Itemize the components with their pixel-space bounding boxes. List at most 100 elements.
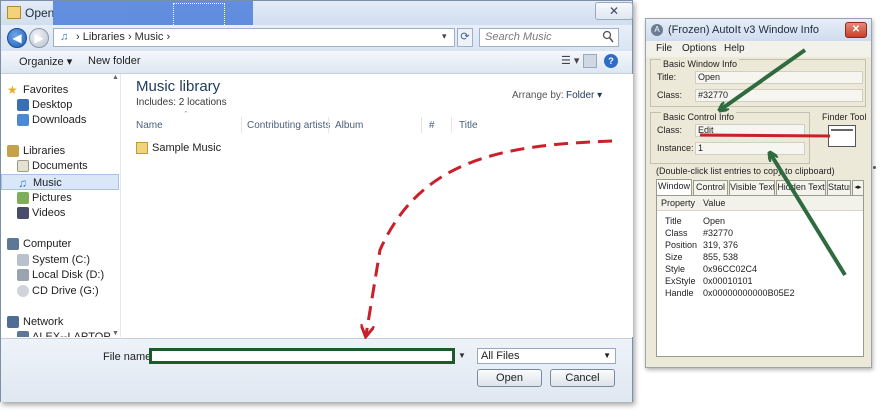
column-value[interactable]: Value bbox=[703, 198, 725, 208]
autoit-tabs: Window Control Visible Text Hidden Text … bbox=[656, 179, 864, 195]
cd-drive-icon bbox=[17, 285, 29, 297]
nav-scrollbar[interactable]: ▲ ▼ bbox=[112, 74, 120, 337]
tab-visible-text[interactable]: Visible Text bbox=[729, 180, 775, 195]
property-name[interactable]: Size bbox=[665, 252, 683, 262]
column-name[interactable]: Name bbox=[136, 120, 163, 131]
column-separator[interactable] bbox=[241, 117, 242, 133]
autoit-titlebar[interactable]: A (Frozen) AutoIt v3 Window Info ✕ bbox=[646, 19, 871, 41]
nav-alex-laptop[interactable]: ALEX--LAPTOP bbox=[1, 329, 119, 337]
nav-music[interactable]: ♫ Music bbox=[1, 174, 119, 190]
arrange-by-dropdown[interactable]: Folder ▾ bbox=[566, 90, 602, 101]
nav-pictures-label: Pictures bbox=[32, 192, 72, 204]
group-legend: Basic Control Info bbox=[661, 112, 737, 122]
menu-help[interactable]: Help bbox=[724, 43, 745, 54]
chevron-down-icon[interactable]: ▾ bbox=[442, 31, 447, 42]
tab-hidden-text[interactable]: Hidden Text bbox=[776, 180, 826, 195]
folder-icon bbox=[136, 142, 148, 154]
library-title: Music library bbox=[136, 78, 221, 95]
property-value[interactable]: #32770 bbox=[703, 228, 733, 238]
column-number[interactable]: # bbox=[429, 120, 435, 131]
navigation-pane: ★ Favorites Desktop Downloads Libraries … bbox=[1, 74, 120, 337]
menu-file[interactable]: File bbox=[656, 43, 672, 54]
pictures-icon bbox=[17, 192, 29, 204]
nav-network[interactable]: Network bbox=[1, 314, 119, 330]
tab-window[interactable]: Window bbox=[656, 179, 692, 195]
computer-icon bbox=[17, 331, 29, 337]
refresh-icon[interactable]: ⟳ bbox=[457, 28, 473, 47]
basic-window-info-group: Basic Window Info Title: Open Class: #32… bbox=[650, 59, 866, 107]
column-contributing-artists[interactable]: Contributing artists bbox=[247, 120, 330, 131]
menu-options[interactable]: Options bbox=[682, 43, 716, 54]
nav-local-disk-d[interactable]: Local Disk (D:) bbox=[1, 267, 119, 283]
property-name[interactable]: Handle bbox=[665, 288, 694, 298]
column-title[interactable]: Title bbox=[459, 120, 478, 131]
control-class-value[interactable]: Edit bbox=[695, 124, 805, 137]
chevron-down-icon[interactable]: ▼ bbox=[456, 348, 468, 364]
folder-icon bbox=[7, 6, 21, 19]
column-album[interactable]: Album bbox=[335, 120, 363, 131]
nav-libraries[interactable]: Libraries bbox=[1, 143, 119, 159]
nav-documents-label: Documents bbox=[32, 160, 88, 172]
search-icon[interactable] bbox=[602, 30, 614, 44]
search-input[interactable]: Search Music bbox=[479, 28, 619, 47]
column-separator[interactable] bbox=[421, 117, 422, 133]
finder-tool-icon[interactable] bbox=[828, 125, 856, 147]
property-name[interactable]: Class bbox=[665, 228, 688, 238]
close-button[interactable]: ✕ bbox=[595, 2, 633, 20]
nav-downloads[interactable]: Downloads bbox=[1, 112, 119, 128]
tab-scroll-arrows[interactable]: ◂▸ bbox=[852, 180, 864, 195]
scroll-up-icon[interactable]: ▲ bbox=[112, 74, 119, 81]
arrange-by-label: Arrange by: bbox=[512, 90, 564, 101]
open-file-dialog: Open ✕ ◀ ▶ ♫ › Libraries › Music › ▾ ⟳ S… bbox=[0, 0, 633, 402]
property-value[interactable]: 855, 538 bbox=[703, 252, 738, 262]
nav-system-c[interactable]: System (C:) bbox=[1, 252, 119, 268]
open-button[interactable]: Open bbox=[477, 369, 542, 387]
basic-control-info-group: Basic Control Info Class: Edit Instance:… bbox=[650, 112, 810, 164]
property-value[interactable]: 319, 376 bbox=[703, 240, 738, 250]
column-property[interactable]: Property bbox=[661, 198, 695, 208]
file-type-select[interactable]: All Files ▼ bbox=[477, 348, 616, 364]
music-note-icon: ♫ bbox=[60, 31, 69, 43]
breadcrumb[interactable]: › Libraries › Music › bbox=[76, 31, 170, 43]
class-value[interactable]: #32770 bbox=[695, 89, 863, 102]
new-folder-button[interactable]: New folder bbox=[88, 55, 141, 67]
column-separator[interactable] bbox=[451, 117, 452, 133]
nav-pictures[interactable]: Pictures bbox=[1, 190, 119, 206]
scroll-down-icon[interactable]: ▼ bbox=[112, 330, 119, 337]
cancel-button[interactable]: Cancel bbox=[550, 369, 615, 387]
tab-statusbar[interactable]: StatusBar bbox=[827, 180, 851, 195]
file-name-input[interactable] bbox=[149, 348, 455, 364]
property-value[interactable]: Open bbox=[703, 216, 725, 226]
nav-documents[interactable]: Documents bbox=[1, 158, 119, 174]
property-name[interactable]: ExStyle bbox=[665, 276, 696, 286]
nav-desktop[interactable]: Desktop bbox=[1, 97, 119, 113]
address-bar[interactable]: ♫ › Libraries › Music › ▾ bbox=[53, 28, 455, 47]
nav-videos[interactable]: Videos bbox=[1, 205, 119, 221]
library-subtitle[interactable]: Includes: 2 locations bbox=[136, 97, 227, 108]
autoit-window-info: A (Frozen) AutoIt v3 Window Info ✕ File … bbox=[645, 18, 872, 368]
property-name[interactable]: Position bbox=[665, 240, 697, 250]
property-list[interactable]: Property Value Title Open Class #32770 P… bbox=[656, 195, 864, 357]
property-value[interactable]: 0x00000000000B05E2 bbox=[703, 288, 795, 298]
views-icon[interactable]: ☰ ▾ bbox=[561, 54, 583, 69]
help-icon[interactable]: ? bbox=[604, 54, 618, 68]
nav-cd-drive-g[interactable]: CD Drive (G:) bbox=[1, 283, 119, 299]
nav-favorites[interactable]: ★ Favorites bbox=[1, 82, 119, 98]
instance-value[interactable]: 1 bbox=[695, 142, 805, 155]
column-separator[interactable] bbox=[328, 117, 329, 133]
property-value[interactable]: 0x96CC02C4 bbox=[703, 264, 757, 274]
nav-videos-label: Videos bbox=[32, 207, 66, 219]
property-name[interactable]: Style bbox=[665, 264, 685, 274]
back-button[interactable]: ◀ bbox=[7, 28, 27, 48]
autoit-title: (Frozen) AutoIt v3 Window Info bbox=[668, 24, 820, 36]
title-value[interactable]: Open bbox=[695, 71, 863, 84]
property-value[interactable]: 0x00010101 bbox=[703, 276, 753, 286]
preview-pane-icon[interactable] bbox=[583, 54, 597, 68]
forward-button[interactable]: ▶ bbox=[29, 28, 49, 48]
property-name[interactable]: Title bbox=[665, 216, 682, 226]
nav-computer[interactable]: Computer bbox=[1, 236, 119, 252]
organize-button[interactable]: Organize ▾ bbox=[19, 55, 72, 68]
finder-tool-label: Finder Tool bbox=[822, 112, 867, 122]
close-button[interactable]: ✕ bbox=[845, 22, 867, 38]
tab-control[interactable]: Control bbox=[693, 180, 728, 195]
